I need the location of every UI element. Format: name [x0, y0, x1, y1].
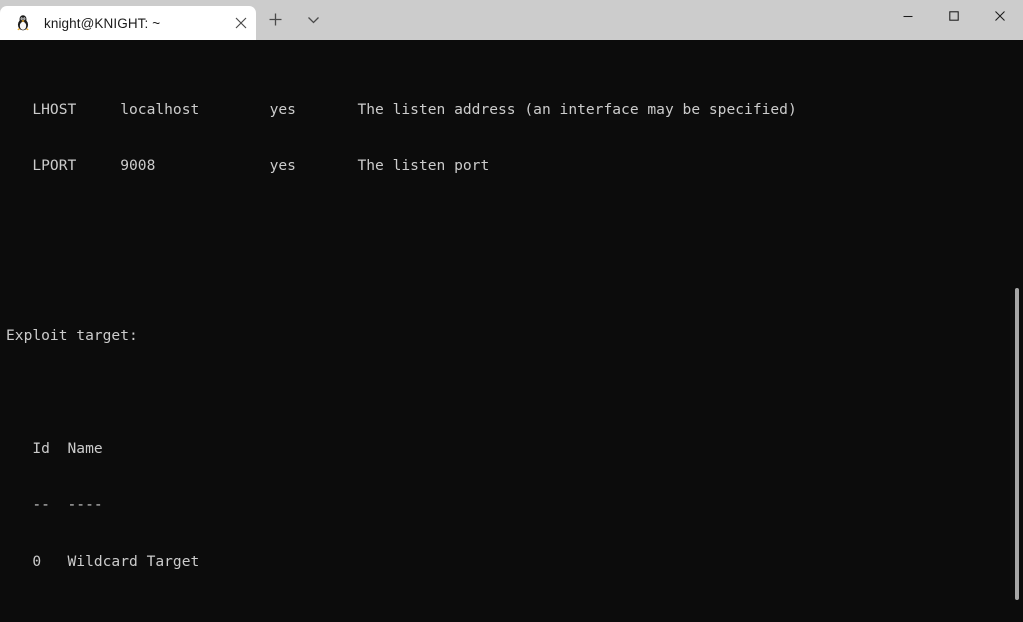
terminal-tab[interactable]: knight@KNIGHT: ~ [0, 6, 256, 40]
line-exploit-target-header: Exploit target: [6, 326, 138, 344]
new-tab-icon[interactable] [256, 2, 294, 36]
maximize-button[interactable] [931, 0, 977, 32]
title-bar-drag-region [332, 0, 885, 40]
tab-title: knight@KNIGHT: ~ [44, 15, 161, 31]
line-target-rule: -- ---- [6, 496, 103, 514]
line-lhost: LHOST localhost yes The listen address (… [6, 100, 797, 118]
line-target-columns: Id Name [6, 439, 103, 457]
line-target-row-0: 0 Wildcard Target [6, 552, 200, 570]
line-blank-2 [6, 270, 1023, 289]
line-blank-4 [6, 609, 1023, 622]
title-bar: knight@KNIGHT: ~ [0, 0, 1023, 40]
close-window-button[interactable] [977, 0, 1023, 32]
minimize-button[interactable] [885, 0, 931, 32]
terminal-output-area[interactable]: LHOST localhost yes The listen address (… [0, 40, 1023, 622]
window-controls [885, 0, 1023, 40]
tux-penguin-icon [14, 14, 32, 32]
terminal-scrollbar[interactable] [1013, 40, 1019, 622]
terminal-text: LHOST localhost yes The listen address (… [6, 44, 1023, 622]
close-tab-icon[interactable] [226, 8, 256, 38]
line-blank-3 [6, 383, 1023, 402]
chevron-down-icon[interactable] [294, 2, 332, 36]
line-blank-1 [6, 214, 1023, 233]
tab-bar-actions [256, 0, 332, 40]
terminal-scrollbar-thumb[interactable] [1015, 288, 1019, 600]
line-lport: LPORT 9008 yes The listen port [6, 157, 490, 175]
